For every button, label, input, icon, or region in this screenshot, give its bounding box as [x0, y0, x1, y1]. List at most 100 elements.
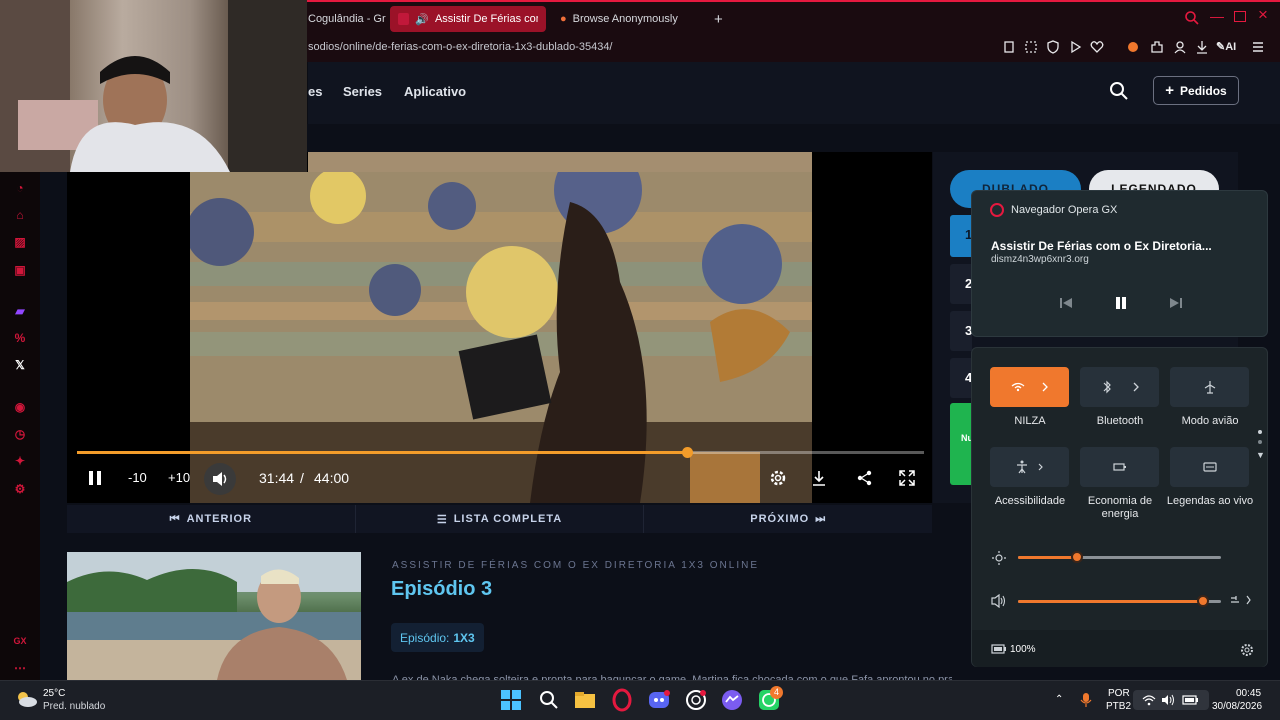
- opera-gx-icon: [990, 203, 1004, 217]
- sidebar-discount-icon[interactable]: %: [12, 330, 28, 346]
- menu-icon[interactable]: [1251, 40, 1267, 56]
- episode-item-3[interactable]: 3: [950, 311, 972, 351]
- episode-thumbnail: [67, 552, 361, 680]
- bluetooth-tile[interactable]: [1080, 367, 1159, 407]
- episode-item-4[interactable]: 4: [950, 358, 972, 398]
- airplane-icon: [1204, 381, 1215, 394]
- volume-button[interactable]: [204, 463, 236, 495]
- minimize-window-button[interactable]: —: [1210, 8, 1224, 24]
- fullscreen-icon[interactable]: [899, 470, 915, 486]
- full-list-button[interactable]: ☰ LISTA COMPLETA: [356, 505, 645, 533]
- microphone-icon[interactable]: [1080, 692, 1092, 708]
- account-icon[interactable]: [1173, 40, 1189, 56]
- audio-output-button[interactable]: [1230, 593, 1252, 607]
- sidebar-extensions-icon[interactable]: ✦: [12, 453, 28, 469]
- play-icon[interactable]: [1068, 40, 1084, 56]
- pedidos-button[interactable]: + Pedidos: [1153, 76, 1239, 105]
- extensions-icon[interactable]: [1150, 40, 1166, 56]
- keyboard-layout[interactable]: PTB2: [1106, 701, 1131, 712]
- windows-start-icon[interactable]: [499, 688, 523, 712]
- nav-series[interactable]: Series: [343, 84, 382, 99]
- chatgpt-icon[interactable]: [684, 688, 708, 712]
- discord-icon[interactable]: [647, 688, 671, 712]
- brightness-icon: [992, 551, 1006, 565]
- sidebar-gx-corner-icon[interactable]: ◔: [12, 180, 28, 196]
- episode-badge: Episódio: 1X3: [391, 623, 484, 652]
- forward-10-button[interactable]: +10: [168, 470, 190, 485]
- live-captions-tile[interactable]: [1170, 447, 1249, 487]
- tray-wifi-icon: [1142, 694, 1156, 706]
- media-previous-icon[interactable]: [1059, 296, 1073, 310]
- url-field[interactable]: sodios/online/de-ferias-com-o-ex-diretor…: [308, 41, 613, 53]
- language-code[interactable]: POR: [1108, 688, 1130, 699]
- sidebar-gmail-icon[interactable]: ▣: [12, 262, 28, 278]
- nav-aplicativo[interactable]: Aplicativo: [404, 84, 466, 99]
- next-episode-button[interactable]: PRÓXIMO ⏭: [644, 505, 932, 533]
- tray-overflow-icon[interactable]: ⌃: [1055, 694, 1063, 705]
- site-search-icon[interactable]: [1109, 81, 1129, 101]
- sidebar-shop-icon[interactable]: ⌂: [12, 207, 28, 223]
- speaker-icon[interactable]: 🔊: [415, 13, 429, 26]
- quick-settings-panel: NILZA Bluetooth Modo avião Acessibilidad…: [971, 347, 1268, 667]
- battery-icon[interactable]: [991, 644, 1007, 654]
- file-explorer-icon[interactable]: [573, 688, 597, 712]
- qs-volume-icon[interactable]: [991, 594, 1007, 608]
- ai-button[interactable]: ✎AI: [1216, 40, 1236, 53]
- search-icon[interactable]: [1184, 10, 1200, 26]
- rewind-10-button[interactable]: -10: [128, 470, 147, 485]
- restore-window-button[interactable]: [1234, 11, 1246, 22]
- page-dot[interactable]: [1258, 440, 1262, 444]
- download-icon[interactable]: [1195, 40, 1211, 56]
- airplane-tile[interactable]: [1170, 367, 1249, 407]
- messenger-icon[interactable]: [720, 688, 744, 712]
- brightness-knob[interactable]: [1070, 551, 1083, 563]
- green-action-button[interactable]: Nu: [950, 403, 973, 485]
- sidebar-gx-logo-icon[interactable]: GX: [12, 633, 28, 649]
- shield-icon[interactable]: [1046, 40, 1062, 56]
- heart-icon[interactable]: [1090, 40, 1106, 56]
- sidebar-history-icon[interactable]: ◷: [12, 426, 28, 442]
- episode-item-1[interactable]: 1: [950, 215, 972, 257]
- settings-gear-icon[interactable]: [769, 469, 787, 487]
- progress-knob[interactable]: [681, 447, 693, 458]
- page-down-icon[interactable]: ▼: [1256, 450, 1265, 460]
- volume-knob[interactable]: [1196, 595, 1209, 607]
- opera-gx-taskbar-icon[interactable]: [610, 688, 634, 712]
- sidebar-x-icon[interactable]: 𝕏: [12, 357, 28, 373]
- pin-icon[interactable]: [1002, 40, 1018, 56]
- sidebar-twitch-icon[interactable]: ▰: [12, 303, 28, 319]
- nav-filmes[interactable]: es: [308, 84, 322, 99]
- weather-temp[interactable]: 25°C: [43, 688, 65, 699]
- pause-icon[interactable]: [88, 470, 102, 486]
- media-next-icon[interactable]: [1169, 296, 1183, 310]
- fire-icon: ●: [560, 13, 567, 25]
- close-window-button[interactable]: ×: [1258, 5, 1268, 25]
- previous-episode-button[interactable]: ⏮ ANTERIOR: [67, 505, 356, 533]
- accessibility-icon: [1016, 460, 1043, 474]
- snapshot-icon[interactable]: [1024, 40, 1040, 56]
- clock-time[interactable]: 00:45: [1236, 688, 1261, 699]
- page-dot[interactable]: [1258, 430, 1262, 434]
- tab-assistir[interactable]: 🔊 Assistir De Férias com: [390, 6, 546, 32]
- tab-browse-anonymously[interactable]: ● Browse Anonymously: [552, 6, 686, 32]
- battery-saver-tile[interactable]: [1080, 447, 1159, 487]
- episode-item-2[interactable]: 2: [950, 264, 972, 304]
- wifi-tile[interactable]: [990, 367, 1069, 407]
- sidebar-player-icon[interactable]: ◉: [12, 399, 28, 415]
- share-icon[interactable]: [857, 470, 873, 486]
- clock-date[interactable]: 30/08/2026: [1212, 701, 1262, 712]
- media-pause-icon[interactable]: [1114, 296, 1128, 310]
- taskbar-search-icon[interactable]: [537, 688, 561, 712]
- webcam-overlay: [0, 0, 307, 172]
- volume-fill: [1018, 600, 1203, 603]
- gx-control-icon[interactable]: [1126, 40, 1142, 56]
- player-download-icon[interactable]: [812, 470, 826, 486]
- sidebar-settings-icon[interactable]: ⚙: [12, 481, 28, 497]
- new-tab-button[interactable]: +: [706, 6, 731, 32]
- sidebar-more-icon[interactable]: ⋯: [12, 660, 28, 676]
- sidebar-cleaner-icon[interactable]: ▨: [12, 234, 28, 250]
- weather-desc[interactable]: Pred. nublado: [43, 701, 105, 712]
- qs-settings-icon[interactable]: [1240, 643, 1254, 657]
- weather-cloud-icon[interactable]: [14, 688, 38, 710]
- accessibility-tile[interactable]: [990, 447, 1069, 487]
